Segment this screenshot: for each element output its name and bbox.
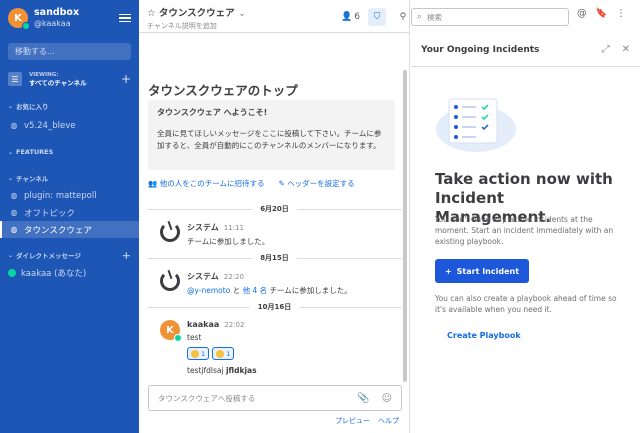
scrollbar[interactable] (403, 70, 407, 382)
expand-icon[interactable]: ⤢ (602, 44, 610, 55)
post-author[interactable]: システム (187, 272, 219, 281)
reaction-button[interactable]: 1 (187, 347, 210, 360)
center-channel: ☆ タウンスクウェア ⌄ チャンネル説明を追加 タウンスクウェアのトップ タウン… (139, 0, 410, 433)
message-input[interactable]: タウンスクウェアへ投稿する 📎 ☺ (148, 385, 402, 411)
incident-illustration (436, 98, 516, 152)
sidebar-item-dm-kaakaa[interactable]: kaakaa (あなた) (0, 264, 139, 281)
post-message: testjfdlsaj jfldkjas (187, 366, 257, 375)
post: K kaakaa 22:02 test 1 1 testjfdlsaj jfldk… (160, 320, 400, 375)
hamburger-menu-icon[interactable] (119, 13, 131, 23)
sidebar: K sandbox @kaakaa 移動する... ☰ VIEWING: すべて… (0, 0, 139, 433)
avatar[interactable]: K (8, 8, 30, 30)
section-features[interactable]: ⌄ FEATURES (0, 146, 139, 158)
date-separator: 6月20日 (147, 204, 402, 214)
online-status-icon (22, 22, 30, 30)
incidents-panel: Your Ongoing Incidents ⤢ ✕ Take action no… (411, 33, 640, 433)
post-author[interactable]: kaakaa (187, 320, 219, 329)
pin-button[interactable]: ⚲ (394, 8, 412, 26)
globe-icon: ◍ (10, 225, 18, 234)
date-separator: 10月16日 (147, 302, 402, 312)
online-status-icon (8, 268, 16, 277)
post-message: チームに参加しました。 (187, 237, 270, 246)
saved-icon[interactable]: 🔖 (596, 8, 608, 19)
settings-icon[interactable]: ⋮ (616, 8, 626, 19)
reaction-button[interactable]: 1 (212, 347, 235, 360)
chevron-down-icon[interactable]: ⌄ (238, 8, 246, 19)
sidebar-item-plugin-mattepoll[interactable]: ◍ plugin: mattepoll (0, 187, 139, 204)
viewing-value: すべてのチャンネル (29, 79, 87, 87)
intro-title: タウンスクウェアのトップ (148, 83, 298, 98)
team-name: sandbox (34, 7, 80, 18)
section-direct-messages[interactable]: ⌄ ダイレクトメッセージ + (0, 249, 139, 262)
sidebar-item-off-topic[interactable]: ◍ オフトピック (0, 204, 139, 221)
post-time[interactable]: 22:02 (224, 321, 244, 329)
post-message: test (187, 333, 202, 342)
post: システム 11:11 チームに参加しました。 (160, 222, 400, 247)
plus-icon: + (444, 266, 452, 276)
avatar-letter: K (14, 12, 22, 24)
panel-playbook-text: You can also create a playbook ahead of … (435, 294, 617, 314)
emoji-icon (216, 349, 225, 358)
close-icon[interactable]: ✕ (622, 44, 630, 55)
create-playbook-button[interactable]: Create Playbook (447, 331, 521, 340)
team-header[interactable]: K sandbox @kaakaa (0, 0, 139, 36)
post-time[interactable]: 11:11 (224, 224, 244, 232)
panel-header: Your Ongoing Incidents ⤢ ✕ (411, 33, 640, 67)
sidebar-item-town-square[interactable]: ◍ タウンスクウェア (0, 221, 139, 238)
search-input[interactable]: ⌕ 検索 (411, 8, 569, 26)
section-channels[interactable]: ⌄ チャンネル (0, 172, 139, 184)
chevron-down-icon: ⌄ (8, 148, 14, 156)
start-incident-button[interactable]: + Start Incident (435, 259, 529, 283)
intro-heading: タウンスクウェア へようこそ! (157, 108, 268, 117)
channel-view-filter[interactable]: ☰ VIEWING: すべてのチャンネル + (0, 69, 139, 89)
invite-members-link[interactable]: 👥 他の人をこのチームに招待する (148, 178, 265, 189)
globe-icon: ◍ (10, 208, 18, 217)
sidebar-item-v5-24-bleve[interactable]: ◍ v5.24_bleve (0, 117, 139, 134)
intro-text: 全員に見てほしいメッセージをここに投稿して下さい。チームに参加すると、全員が自動… (157, 129, 382, 150)
help-link[interactable]: ヘルプ (378, 416, 399, 426)
panel-description: You don't have any active incidents at t… (435, 215, 614, 246)
date-separator: 8月15日 (147, 253, 402, 263)
post: システム 22:20 @y-nemoto と 他 4 名 チームに参加しました。 (160, 271, 400, 296)
star-icon[interactable]: ☆ (147, 8, 156, 19)
incident-button[interactable]: ⛉ (367, 7, 386, 26)
mentions-icon[interactable]: @ (577, 8, 587, 19)
globe-icon: ◍ (10, 121, 18, 130)
set-header-link[interactable]: ✎ ヘッダーを設定する (279, 178, 355, 189)
attachment-icon[interactable]: 📎 (357, 393, 369, 404)
viewing-label: VIEWING: (29, 72, 59, 78)
add-channel-icon[interactable]: + (121, 72, 131, 86)
others-link[interactable]: 他 4 名 (243, 286, 268, 295)
chevron-down-icon: ⌄ (8, 174, 14, 182)
team-username: @kaakaa (34, 19, 71, 28)
emoji-icon (191, 349, 199, 358)
chevron-down-icon: ⌄ (8, 102, 14, 110)
shield-icon: ⛉ (373, 11, 381, 22)
avatar[interactable]: K (160, 320, 182, 342)
mention-link[interactable]: @y-nemoto (187, 286, 230, 295)
chevron-down-icon: ⌄ (8, 251, 14, 259)
filter-icon: ☰ (8, 72, 22, 86)
system-avatar-icon (160, 222, 180, 242)
members-icon: 👤 (341, 11, 353, 22)
search-icon: ⌕ (417, 12, 423, 22)
emoji-picker-icon[interactable]: ☺ (382, 393, 392, 404)
panel-title: Your Ongoing Incidents (421, 44, 540, 55)
member-list-button[interactable]: 👤 6 (341, 8, 360, 26)
section-favorites[interactable]: ⌄ お気に入り (0, 100, 139, 112)
system-avatar-icon (160, 271, 180, 291)
post-author[interactable]: システム (187, 223, 219, 232)
globe-icon: ◍ (10, 191, 18, 200)
jump-to-input[interactable]: 移動する... (8, 43, 131, 60)
pin-icon: ⚲ (399, 11, 407, 22)
post-message: @y-nemoto と 他 4 名 チームに参加しました。 (187, 286, 352, 295)
post-time[interactable]: 22:20 (224, 273, 244, 281)
preview-link[interactable]: プレビュー (335, 416, 370, 426)
add-dm-icon[interactable]: + (122, 249, 131, 262)
intro-box: タウンスクウェア へようこそ! 全員に見てほしいメッセージをここに投稿して下さい… (148, 100, 395, 170)
